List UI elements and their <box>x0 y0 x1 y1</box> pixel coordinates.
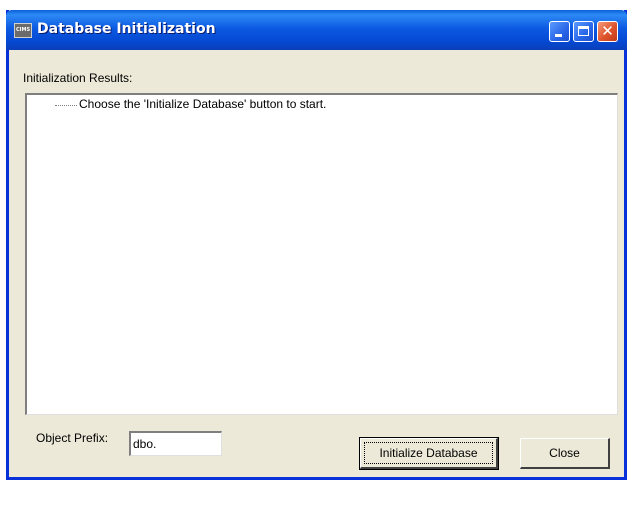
results-tree[interactable]: Choose the 'Initialize Database' button … <box>25 93 618 415</box>
close-button[interactable]: Close <box>520 438 610 469</box>
minimize-button[interactable] <box>549 21 570 42</box>
initialize-database-label: Initialize Database <box>379 446 478 460</box>
close-icon: ✕ <box>601 22 614 40</box>
close-window-button[interactable]: ✕ <box>597 21 618 42</box>
maximize-button[interactable] <box>573 21 594 42</box>
object-prefix-label: Object Prefix: <box>36 431 109 445</box>
close-button-label: Close <box>549 446 580 460</box>
tree-item-label: Choose the 'Initialize Database' button … <box>79 97 327 111</box>
object-prefix-input[interactable] <box>129 431 222 456</box>
initialize-database-button[interactable]: Initialize Database <box>359 437 499 470</box>
app-icon: CIMS <box>14 23 32 38</box>
maximize-icon <box>578 26 589 36</box>
minimize-icon <box>555 34 562 37</box>
window-title: Database Initialization <box>37 21 216 37</box>
title-bar[interactable]: CIMS Database Initialization ✕ <box>6 10 627 50</box>
tree-connector <box>55 105 77 106</box>
results-label: Initialization Results: <box>23 71 133 85</box>
